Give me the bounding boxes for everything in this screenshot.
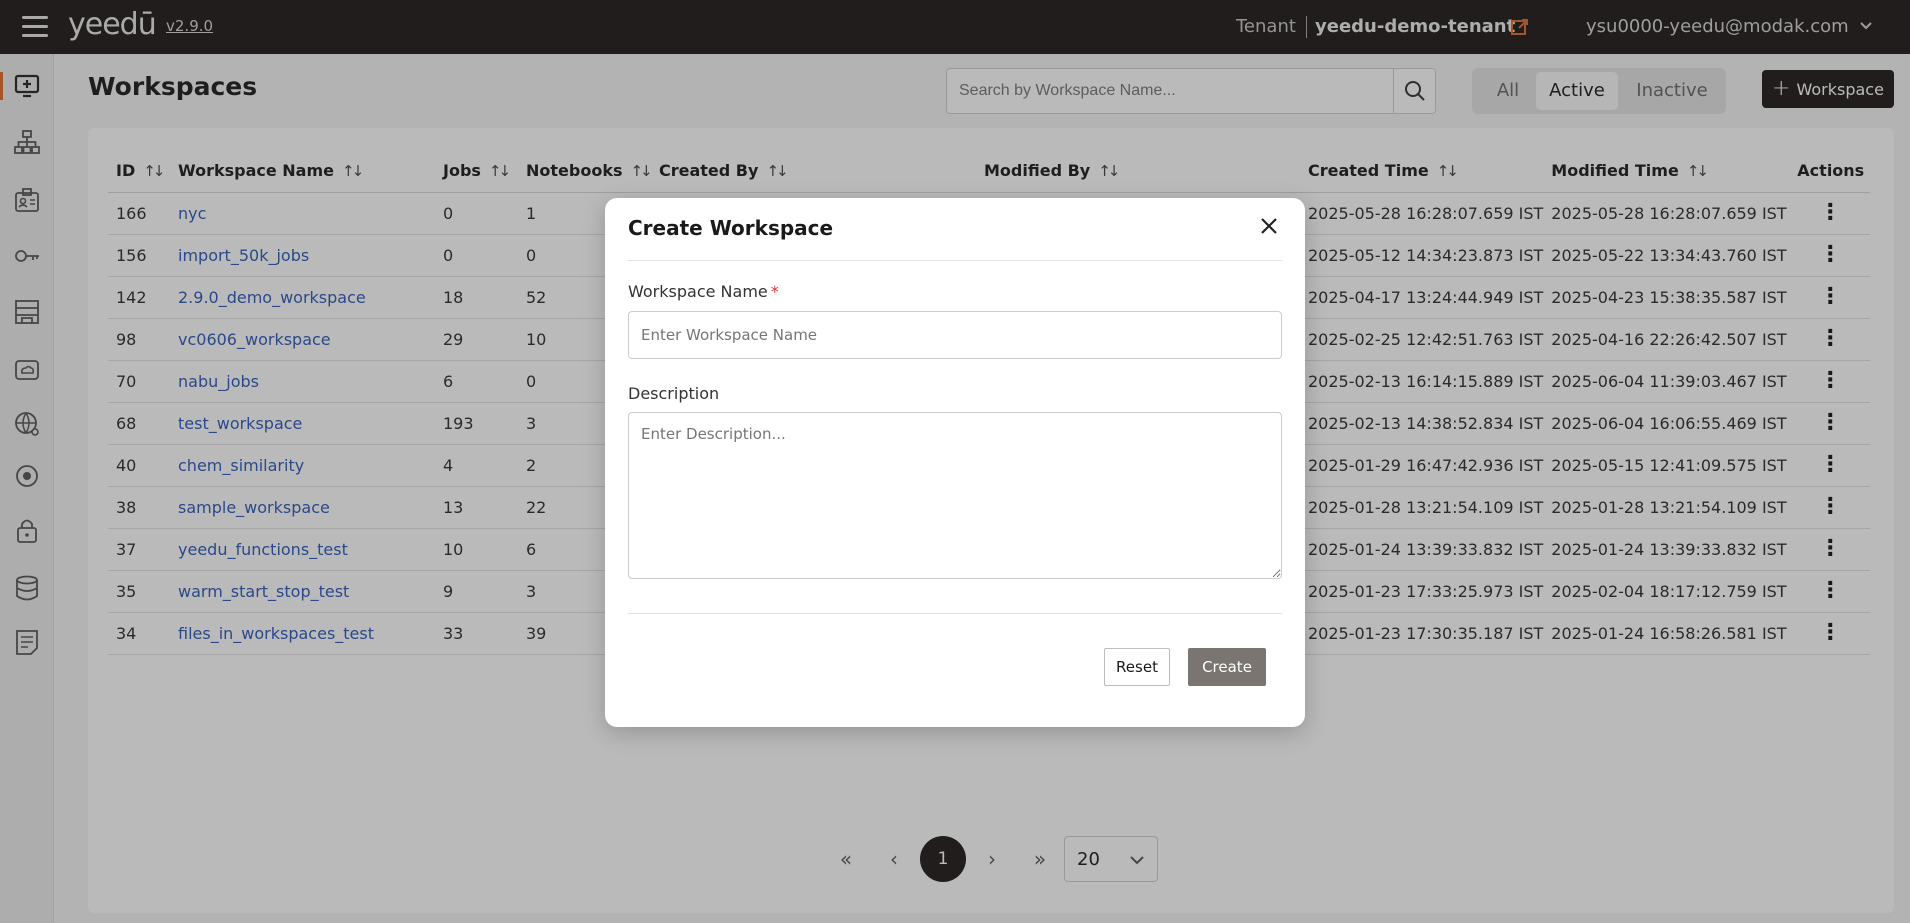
workspace-name-input[interactable] (628, 311, 1282, 359)
description-input[interactable] (628, 412, 1282, 579)
create-button[interactable]: Create (1188, 648, 1266, 686)
create-workspace-modal: Create Workspace Workspace Name* Descrip… (605, 198, 1305, 727)
required-marker: * (770, 282, 779, 301)
close-icon[interactable] (1257, 214, 1281, 238)
modal-divider (628, 260, 1282, 261)
workspace-name-label: Workspace Name * (628, 282, 779, 301)
description-label: Description (628, 384, 720, 403)
modal-divider (628, 613, 1282, 614)
modal-title: Create Workspace (628, 216, 834, 240)
reset-button[interactable]: Reset (1104, 648, 1170, 686)
